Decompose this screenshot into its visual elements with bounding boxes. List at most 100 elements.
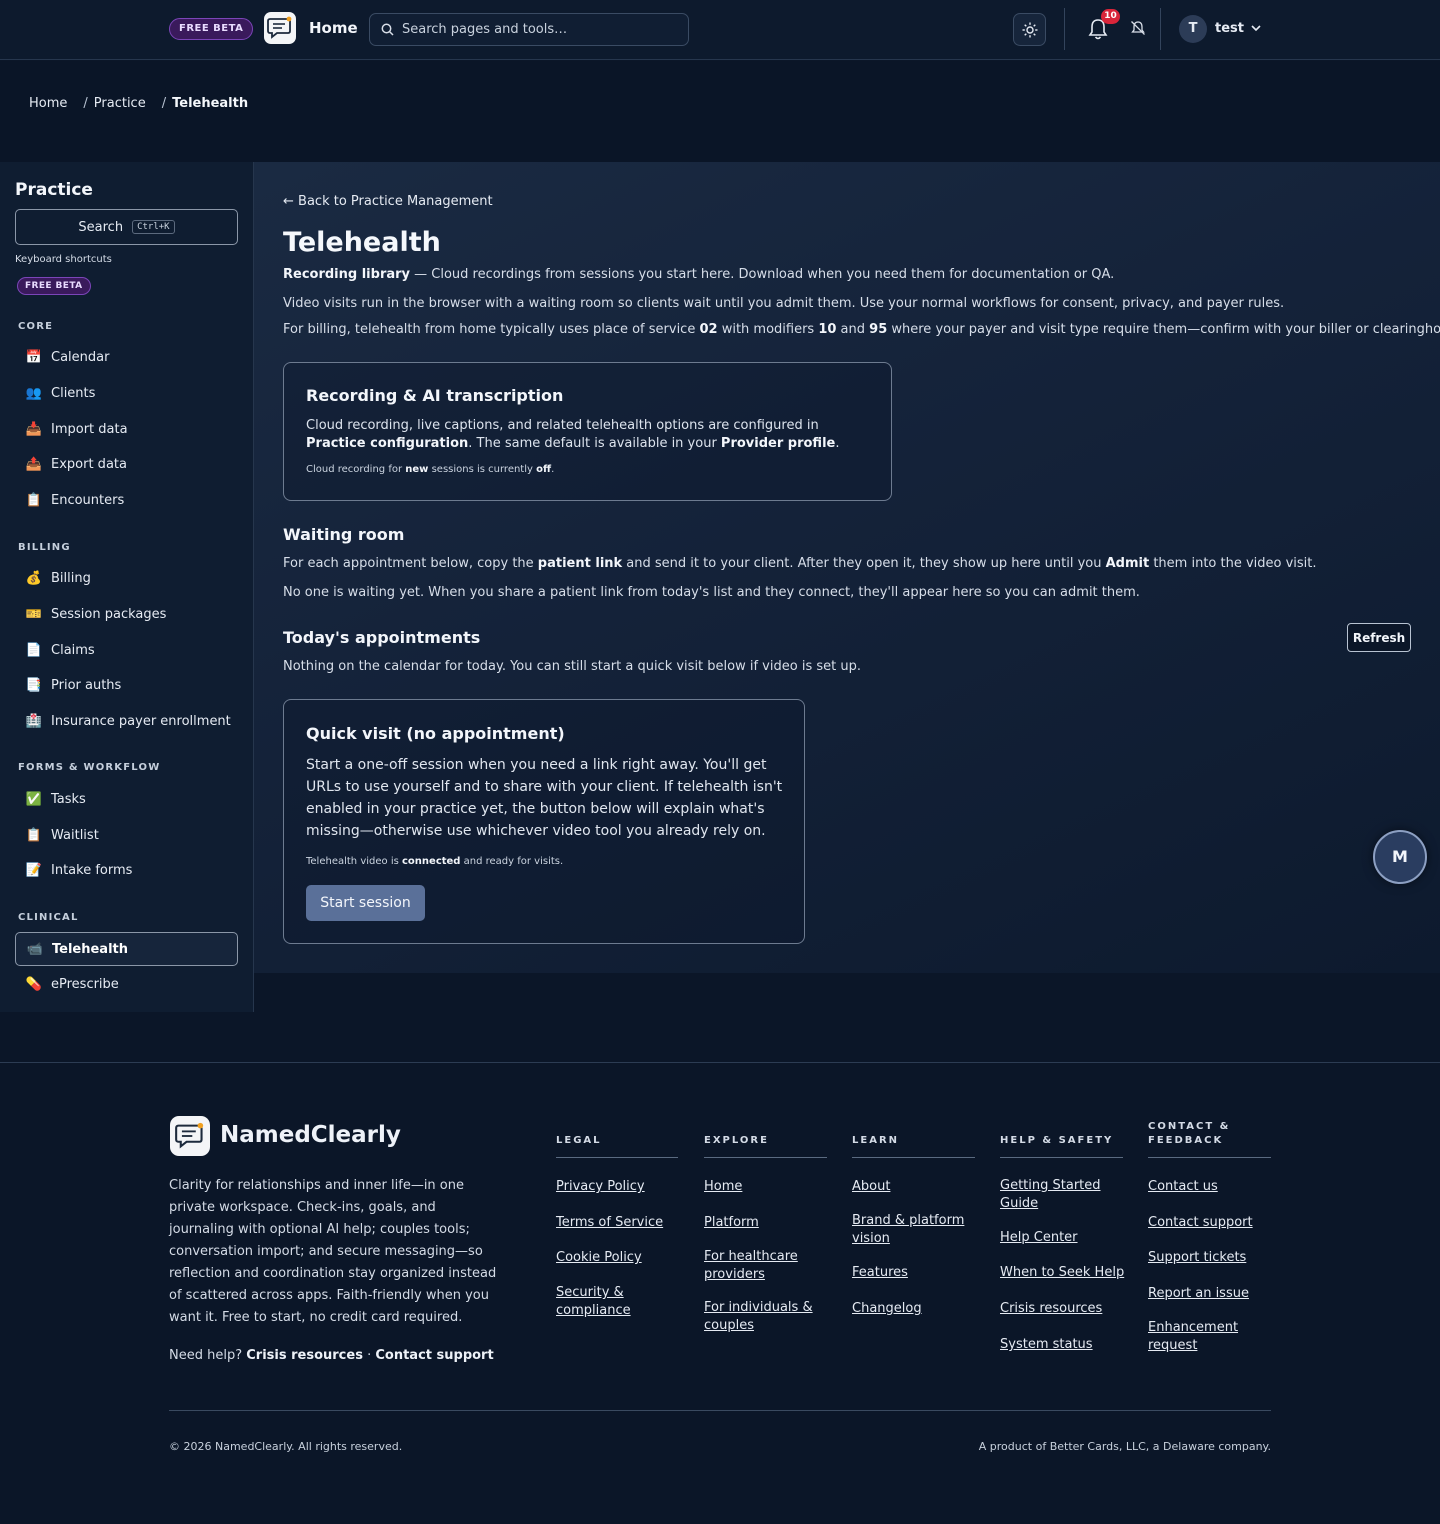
global-search[interactable] bbox=[369, 13, 689, 46]
footer-logo[interactable] bbox=[170, 1116, 210, 1156]
sidebar-item-export[interactable]: 📤 Export data bbox=[15, 447, 238, 481]
sidebar-search-label: Search bbox=[78, 219, 124, 235]
sidebar-item-eprescribe[interactable]: 💊 ePrescribe bbox=[15, 967, 238, 1001]
recording-card-text-part: . The same default is available in your bbox=[468, 436, 721, 451]
footer-heading-rule bbox=[556, 1157, 678, 1158]
footer-help-separator: · bbox=[362, 1348, 376, 1363]
sidebar-item-label: Import data bbox=[51, 421, 128, 437]
sidebar-item-calendar[interactable]: 📅 Calendar bbox=[15, 340, 238, 374]
search-input[interactable] bbox=[402, 22, 682, 37]
document-icon: 📄 bbox=[25, 642, 43, 658]
footer-crisis-link[interactable]: Crisis resources bbox=[246, 1348, 363, 1363]
footer-contact-support-link[interactable]: Contact support bbox=[375, 1348, 493, 1363]
billing-text: with modifiers bbox=[717, 322, 819, 337]
hospital-icon: 🏥 bbox=[25, 713, 43, 729]
notification-count-badge: 10 bbox=[1101, 9, 1120, 24]
breadcrumb-separator: / bbox=[161, 96, 167, 111]
footer-link-terms[interactable]: Terms of Service bbox=[556, 1214, 663, 1232]
theme-toggle-button[interactable] bbox=[1013, 13, 1046, 46]
footer-link-crisis[interactable]: Crisis resources bbox=[1000, 1300, 1102, 1318]
footer-brand: NamedClearly bbox=[220, 1122, 401, 1148]
footer-link-cookie[interactable]: Cookie Policy bbox=[556, 1249, 642, 1267]
breadcrumb-separator: / bbox=[83, 96, 88, 111]
waiting-room-text: patient link bbox=[537, 556, 623, 571]
footer-link-platform[interactable]: Platform bbox=[704, 1214, 759, 1232]
footer-link-healthcare[interactable]: For healthcare providers bbox=[704, 1248, 814, 1284]
provider-profile-link[interactable]: Provider profile bbox=[721, 436, 835, 451]
sidebar-item-label: Session packages bbox=[51, 606, 167, 622]
sidebar-item-clients[interactable]: 👥 Clients bbox=[15, 376, 238, 410]
footer-heading-help: HELP & SAFETY bbox=[1000, 1135, 1114, 1146]
footer-link-report-issue[interactable]: Report an issue bbox=[1148, 1285, 1249, 1303]
assistant-fab[interactable]: M bbox=[1373, 830, 1427, 884]
footer-link-contact-us[interactable]: Contact us bbox=[1148, 1178, 1218, 1196]
top-home-title[interactable]: Home bbox=[309, 19, 358, 37]
footer-link-getting-started[interactable]: Getting Started Guide bbox=[1000, 1177, 1110, 1213]
refresh-button[interactable]: Refresh bbox=[1347, 623, 1411, 652]
sidebar-item-session-packages[interactable]: 🎫 Session packages bbox=[15, 597, 238, 631]
recording-library-link[interactable]: Recording library bbox=[283, 267, 410, 282]
sidebar-item-label: ePrescribe bbox=[51, 976, 119, 992]
intro-text: Video visits run in the browser with a w… bbox=[283, 296, 1285, 311]
practice-configuration-link[interactable]: Practice configuration bbox=[306, 436, 468, 451]
sidebar-title: Practice bbox=[15, 180, 93, 200]
sidebar-item-label: Encounters bbox=[51, 492, 125, 508]
sidebar-item-telehealth[interactable]: 📹 Telehealth bbox=[15, 932, 238, 966]
bell-off-icon[interactable] bbox=[1130, 20, 1146, 36]
breadcrumb-practice[interactable]: Practice bbox=[94, 96, 146, 111]
sidebar-item-prior-auths[interactable]: 📑 Prior auths bbox=[15, 668, 238, 702]
footer-link-status[interactable]: System status bbox=[1000, 1336, 1093, 1354]
user-avatar[interactable]: T bbox=[1179, 15, 1207, 43]
footer-link-home[interactable]: Home bbox=[704, 1178, 742, 1196]
sidebar-item-encounters[interactable]: 📋 Encounters bbox=[15, 483, 238, 517]
sidebar-item-label: Export data bbox=[51, 456, 127, 472]
footer-bottom-divider bbox=[169, 1410, 1271, 1411]
footer-description: Clarity for relationships and inner life… bbox=[169, 1178, 497, 1325]
arrow-left-icon: ← bbox=[283, 194, 299, 209]
footer-link-features[interactable]: Features bbox=[852, 1264, 908, 1282]
sidebar-item-label: Intake forms bbox=[51, 862, 133, 878]
footer-link-seek-help[interactable]: When to Seek Help bbox=[1000, 1264, 1124, 1282]
footer-link-about[interactable]: About bbox=[852, 1178, 890, 1196]
sidebar-item-import[interactable]: 📥 Import data bbox=[15, 412, 238, 446]
sidebar-item-tasks[interactable]: ✅ Tasks bbox=[15, 782, 238, 816]
footer-link-security[interactable]: Security & compliance bbox=[556, 1284, 656, 1320]
footer-link-support-tickets[interactable]: Support tickets bbox=[1148, 1249, 1246, 1267]
footer-heading-explore: EXPLORE bbox=[704, 1135, 769, 1146]
check-mark-icon: ✅ bbox=[25, 791, 43, 807]
footer-link-privacy[interactable]: Privacy Policy bbox=[556, 1178, 645, 1196]
chevron-down-icon[interactable] bbox=[1250, 22, 1262, 34]
footer-link-contact-support[interactable]: Contact support bbox=[1148, 1214, 1253, 1232]
footer-link-individuals[interactable]: For individuals & couples bbox=[704, 1299, 822, 1335]
waiting-room-instructions: For each appointment below, copy the pat… bbox=[283, 556, 1317, 571]
footer-link-changelog[interactable]: Changelog bbox=[852, 1300, 922, 1318]
app-logo[interactable] bbox=[264, 12, 296, 44]
recording-status-value: off bbox=[536, 464, 552, 475]
sidebar-search-button[interactable]: Search Ctrl+K bbox=[15, 209, 238, 245]
footer-link-brand-vision[interactable]: Brand & platform vision bbox=[852, 1212, 970, 1248]
search-icon bbox=[381, 23, 394, 36]
sidebar-section-billing: BILLING bbox=[18, 542, 71, 553]
back-link[interactable]: ← Back to Practice Management bbox=[283, 194, 493, 209]
breadcrumb-home[interactable]: Home bbox=[29, 96, 67, 111]
copyright: © 2026 NamedClearly. All rights reserved… bbox=[169, 1440, 403, 1453]
sidebar-item-payer-enrollment[interactable]: 🏥 Insurance payer enrollment bbox=[15, 704, 238, 738]
start-session-button[interactable]: Start session bbox=[306, 885, 425, 921]
video-status-value: connected bbox=[402, 856, 461, 867]
sidebar-item-intake-forms[interactable]: 📝 Intake forms bbox=[15, 853, 238, 887]
user-name[interactable]: test bbox=[1215, 21, 1244, 36]
keyboard-shortcuts-link[interactable]: Keyboard shortcuts bbox=[15, 254, 112, 265]
sidebar-item-waitlist[interactable]: 📋 Waitlist bbox=[15, 818, 238, 852]
memo-icon: 📝 bbox=[25, 862, 43, 878]
footer-link-help-center[interactable]: Help Center bbox=[1000, 1229, 1078, 1247]
free-beta-badge: FREE BETA bbox=[169, 18, 254, 40]
sidebar-item-label: Tasks bbox=[51, 791, 86, 807]
sidebar-item-billing[interactable]: 💰 Billing bbox=[15, 561, 238, 595]
footer-link-enhancement[interactable]: Enhancement request bbox=[1148, 1319, 1248, 1355]
people-icon: 👥 bbox=[25, 385, 43, 401]
inbox-tray-icon: 📥 bbox=[25, 421, 43, 437]
sidebar-section-core: CORE bbox=[18, 321, 54, 332]
breadcrumb: Home / Practice / Telehealth bbox=[29, 96, 248, 111]
footer-heading-rule bbox=[704, 1157, 827, 1158]
sidebar-item-claims[interactable]: 📄 Claims bbox=[15, 633, 238, 667]
